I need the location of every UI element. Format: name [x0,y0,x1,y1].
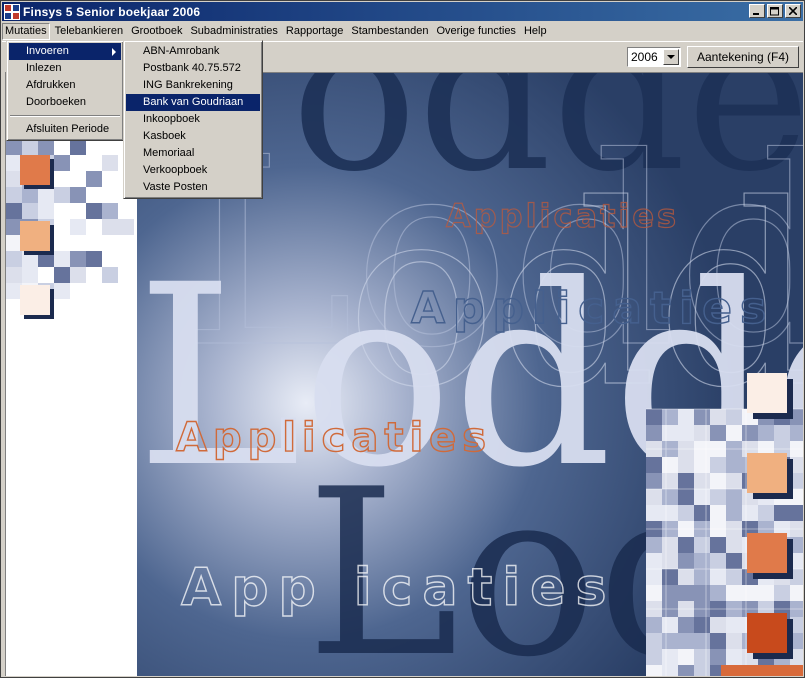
mutaties-menu: Invoeren Inlezen Afdrukken Doorboeken Af… [6,40,124,141]
title-bar[interactable]: Finsys 5 Senior boekjaar 2006 [2,2,803,21]
menu-bar: Mutaties Telebankieren Grootboek Subadmi… [2,22,803,40]
menu-help[interactable]: Help [521,23,550,40]
svg-text:Applicaties: Applicaties [446,197,679,235]
finsys-app-icon[interactable] [4,3,20,20]
menu-stambestanden[interactable]: Stambestanden [348,23,431,40]
menu-item-invoeren-label: Invoeren [26,45,69,57]
submenu-item-ing-bankrekening[interactable]: ING Bankrekening [126,77,260,94]
year-dropdown-button[interactable] [663,49,679,65]
menu-mutaties[interactable]: Mutaties [2,22,50,40]
menu-separator [10,115,120,117]
svg-text:Applicaties: Applicaties [411,283,774,334]
menu-item-doorboeken[interactable]: Doorboeken [9,94,121,111]
menu-telebankieren[interactable]: Telebankieren [52,23,127,40]
application-window: Finsys 5 Senior boekjaar 2006 Mutaties T… [0,0,805,678]
menu-rapportage[interactable]: Rapportage [283,23,347,40]
submenu-item-verkoopboek[interactable]: Verkoopboek [126,162,260,179]
close-icon [789,7,797,15]
year-value: 2006 [631,50,658,64]
maximize-button[interactable] [767,4,783,18]
menu-item-inlezen[interactable]: Inlezen [9,60,121,77]
chevron-down-icon [667,54,675,59]
submenu-item-inkoopboek[interactable]: Inkoopboek [126,111,260,128]
submenu-arrow-icon [112,48,116,56]
submenu-item-abn-amrobank[interactable]: ABN-Amrobank [126,43,260,60]
menu-item-invoeren[interactable]: Invoeren [9,43,121,60]
submenu-item-kasboek[interactable]: Kasboek [126,128,260,145]
right-pixel-mosaic [646,373,803,676]
invoeren-submenu: ABN-Amrobank Postbank 40.75.572 ING Bank… [123,40,263,199]
aantekening-button[interactable]: Aantekening (F4) [687,46,799,68]
window-title: Finsys 5 Senior boekjaar 2006 [23,4,201,19]
svg-text:App icaties: App icaties [181,558,616,618]
submenu-item-bank-van-goudriaan[interactable]: Bank van Goudriaan [126,94,260,111]
svg-text:Applicaties: Applicaties [176,415,492,461]
menu-item-afsluiten-periode[interactable]: Afsluiten Periode [9,121,121,138]
submenu-item-postbank[interactable]: Postbank 40.75.572 [126,60,260,77]
submenu-item-memoriaal[interactable]: Memoriaal [126,145,260,162]
minimize-button[interactable] [749,4,765,18]
left-pixel-mosaic [6,139,134,319]
menu-overige-functies[interactable]: Overige functies [433,23,518,40]
window-controls [747,4,801,18]
maximize-icon [770,6,779,15]
menu-grootboek[interactable]: Grootboek [128,23,185,40]
submenu-item-vaste-posten[interactable]: Vaste Posten [126,179,260,196]
year-dropdown[interactable]: 2006 [627,47,681,67]
close-button[interactable] [785,4,801,18]
minimize-icon [753,13,759,15]
menu-subadministraties[interactable]: Subadministraties [187,23,280,40]
menu-item-afdrukken[interactable]: Afdrukken [9,77,121,94]
